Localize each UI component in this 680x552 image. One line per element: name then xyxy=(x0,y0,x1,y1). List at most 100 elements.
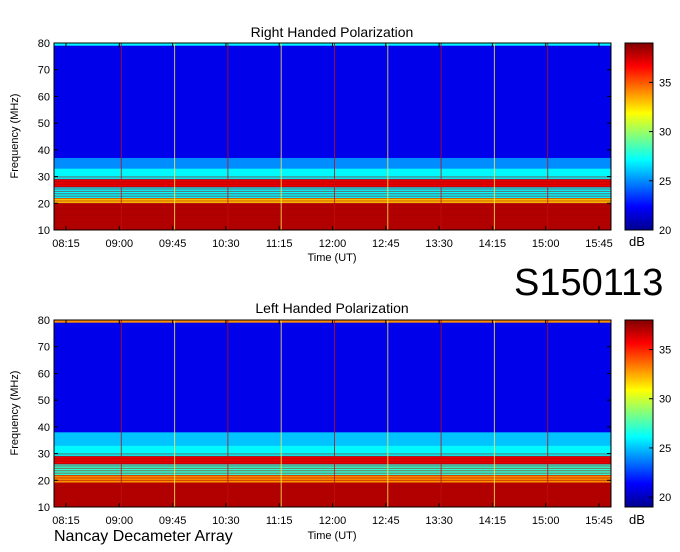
band-texture xyxy=(54,219,611,221)
band-texture xyxy=(54,460,611,462)
x-tick-label: 12:45 xyxy=(372,238,400,250)
frequency-band xyxy=(54,474,611,483)
band-texture xyxy=(54,484,611,486)
y-tick-label: 30 xyxy=(38,172,50,184)
x-tick-label: 12:45 xyxy=(372,515,400,527)
y-tick-label: 70 xyxy=(38,342,50,354)
colorbar-tick-label: 25 xyxy=(659,443,671,455)
y-axis-label: Frequency (MHz) xyxy=(9,371,21,456)
colorbar-tick-label: 20 xyxy=(659,225,671,237)
colorbar-tick-label: 30 xyxy=(659,394,671,406)
band-texture xyxy=(54,200,611,202)
x-tick-label: 15:00 xyxy=(532,238,560,250)
frequency-band xyxy=(54,203,611,230)
observatory-name: Nancay Decameter Array xyxy=(54,528,233,545)
frequency-band xyxy=(54,322,611,433)
band-texture xyxy=(54,458,611,460)
colorbar-tick-label: 20 xyxy=(659,492,671,504)
band-texture xyxy=(54,482,611,484)
colorbar-label: dB xyxy=(629,512,645,527)
colorbar-tick-label: 25 xyxy=(659,176,671,188)
band-texture xyxy=(54,477,611,479)
y-tick-label: 70 xyxy=(38,65,50,77)
band-texture xyxy=(54,178,611,180)
band-texture xyxy=(54,210,611,212)
x-tick-label: 14:15 xyxy=(479,515,507,527)
x-tick-label: 11:15 xyxy=(266,238,293,250)
band-texture xyxy=(54,193,611,195)
band-texture xyxy=(54,501,611,503)
frequency-band xyxy=(54,168,611,180)
right-polarization-panel: Right Handed Polarization 10 20 30 40 50 60 70… xyxy=(9,24,671,264)
band-texture xyxy=(54,195,611,197)
x-tick-label: 09:00 xyxy=(106,238,134,250)
y-tick-label: 10 xyxy=(38,502,50,514)
left-polarization-panel: Left Handed Polarization 10 20 30 40 50 60 70 8… xyxy=(9,300,671,542)
spectrogram-area xyxy=(54,320,611,508)
x-tick-label: 10:30 xyxy=(212,238,240,250)
band-texture xyxy=(54,188,611,190)
y-tick-label: 50 xyxy=(38,118,50,130)
band-texture xyxy=(54,183,611,185)
y-tick-label: 60 xyxy=(38,91,50,103)
band-texture xyxy=(54,214,611,216)
x-tick-label: 11:15 xyxy=(266,515,293,527)
band-texture xyxy=(54,491,611,493)
x-tick-label: 08:15 xyxy=(52,515,80,527)
band-texture xyxy=(54,212,611,214)
band-texture xyxy=(54,190,611,192)
band-texture xyxy=(54,463,611,465)
y-tick-label: 80 xyxy=(38,315,50,327)
band-texture xyxy=(54,224,611,226)
band-texture xyxy=(54,465,611,467)
x-tick-label: 15:45 xyxy=(585,238,613,250)
band-texture xyxy=(54,489,611,491)
y-tick-label: 50 xyxy=(38,395,50,407)
x-tick-label: 15:00 xyxy=(532,515,560,527)
panel-title: Right Handed Polarization xyxy=(251,24,414,40)
x-tick-label: 10:30 xyxy=(212,515,240,527)
x-tick-label: 15:45 xyxy=(585,515,613,527)
y-axis-label: Frequency (MHz) xyxy=(9,94,21,179)
frequency-band xyxy=(54,157,611,169)
x-tick-label: 09:45 xyxy=(159,515,187,527)
y-tick-label: 20 xyxy=(38,198,50,210)
y-tick-label: 40 xyxy=(38,145,50,157)
colorbar-label: dB xyxy=(629,234,645,249)
x-axis-label: Time (UT) xyxy=(307,252,356,264)
band-texture xyxy=(54,198,611,200)
band-texture xyxy=(54,217,611,219)
x-tick-label: 13:30 xyxy=(425,515,453,527)
colorbar-tick-label: 30 xyxy=(659,127,671,139)
x-tick-label: 09:00 xyxy=(106,515,134,527)
spectrogram-area xyxy=(54,43,611,231)
band-texture xyxy=(54,470,611,472)
band-texture xyxy=(54,453,611,455)
colorbar-tick-label: 35 xyxy=(659,345,671,357)
x-tick-label: 12:00 xyxy=(319,238,347,250)
band-texture xyxy=(54,494,611,496)
frequency-band xyxy=(54,45,611,158)
band-texture xyxy=(54,207,611,209)
x-tick-label: 13:30 xyxy=(425,238,453,250)
y-tick-label: 20 xyxy=(38,475,50,487)
frequency-band xyxy=(54,432,611,446)
band-texture xyxy=(54,455,611,457)
band-texture xyxy=(54,475,611,477)
x-tick-label: 12:00 xyxy=(319,515,347,527)
y-tick-label: 30 xyxy=(38,449,50,461)
x-tick-label: 09:45 xyxy=(159,238,187,250)
band-texture xyxy=(54,499,611,501)
y-tick-label: 80 xyxy=(38,38,50,50)
y-tick-label: 60 xyxy=(38,368,50,380)
band-texture xyxy=(54,472,611,474)
frequency-band xyxy=(54,445,611,457)
panel-title: Left Handed Polarization xyxy=(255,300,408,316)
band-texture xyxy=(54,186,611,188)
y-tick-label: 10 xyxy=(38,225,50,237)
band-texture xyxy=(54,467,611,469)
observation-id: S150113 xyxy=(514,262,664,304)
band-texture xyxy=(54,496,611,498)
band-texture xyxy=(54,222,611,224)
x-tick-label: 14:15 xyxy=(479,238,507,250)
